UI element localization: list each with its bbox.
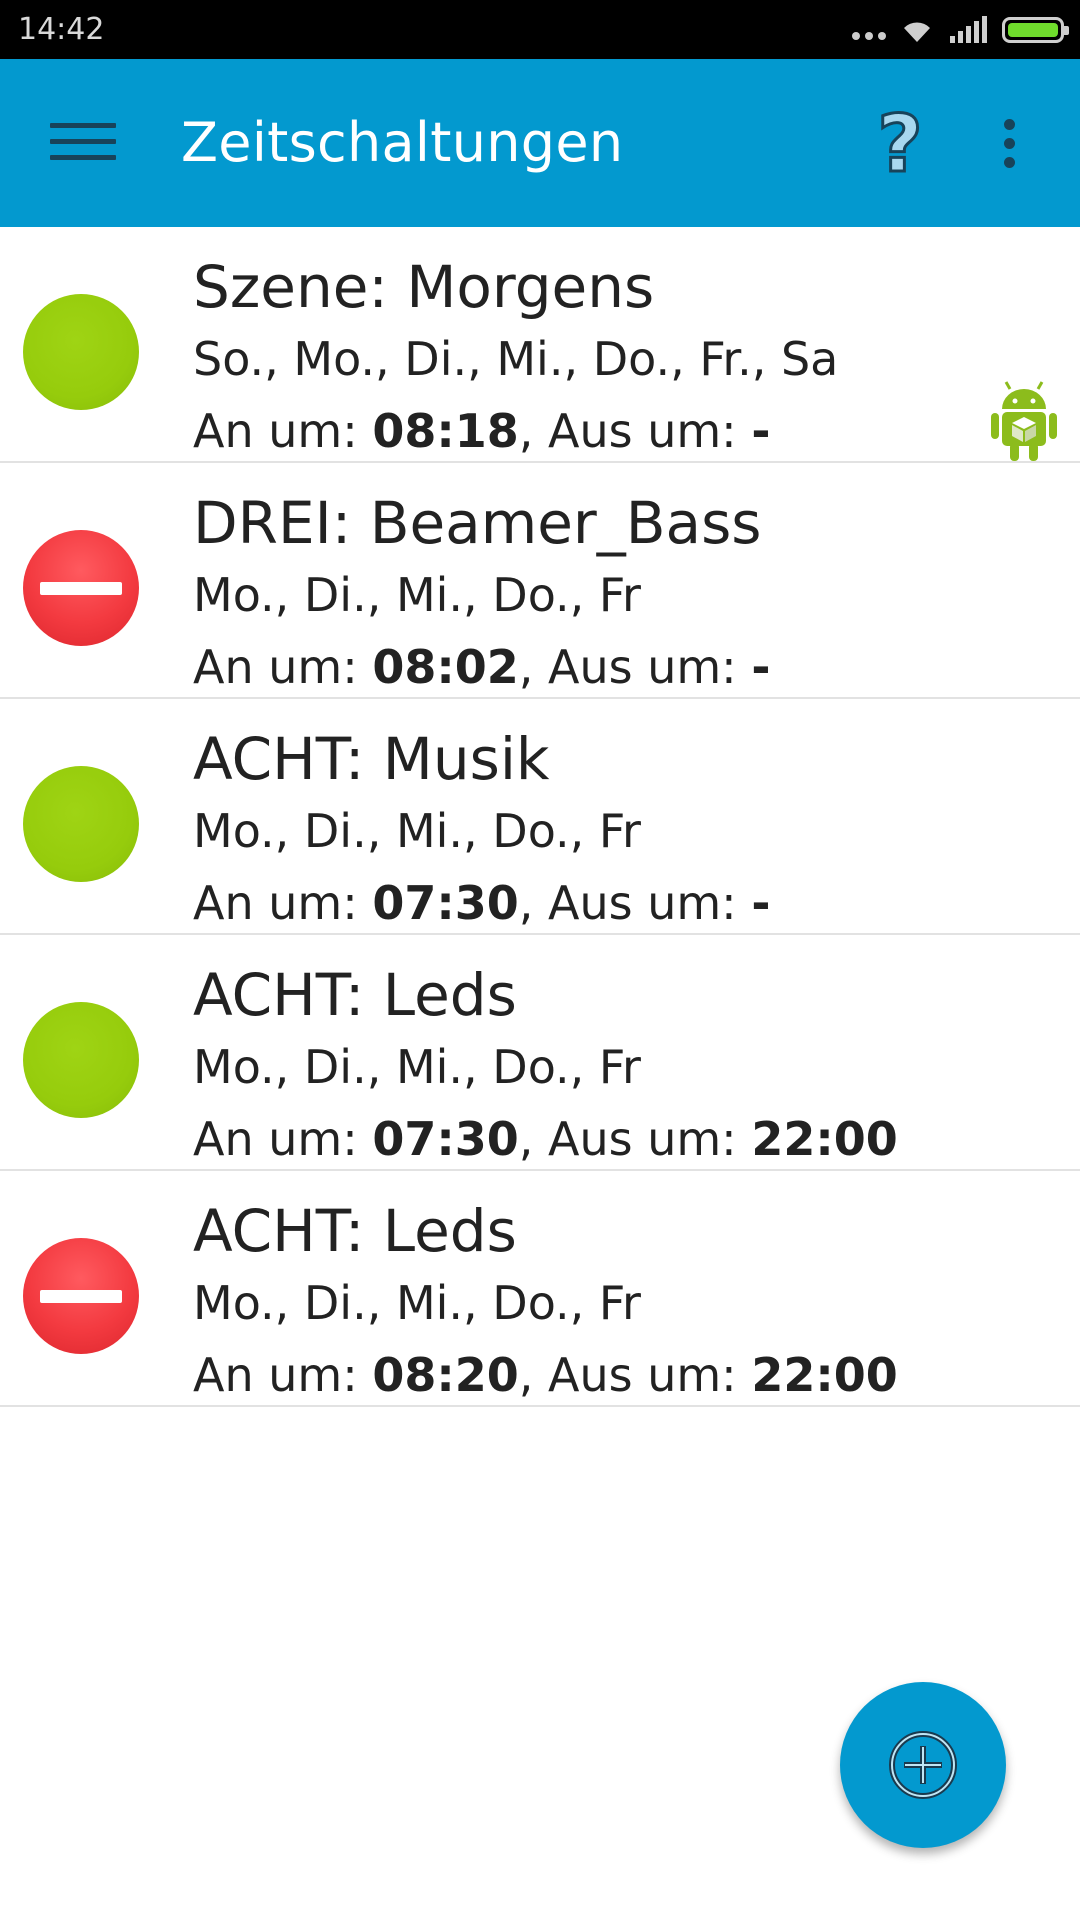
on-time: 08:18: [372, 404, 519, 458]
timer-days: So., Mo., Di., Mi., Do., Fr., Sa: [193, 332, 839, 386]
help-label: ?: [877, 103, 922, 183]
timer-times: An um: 08:20, Aus um: 22:00: [193, 1339, 1060, 1411]
timer-title: Szene: Morgens: [193, 253, 655, 321]
timer-row[interactable]: ACHT: Leds Mo., Di., Mi., Do., Fr An um:…: [0, 1171, 1080, 1407]
more-notifications-icon: [852, 32, 886, 40]
wifi-icon: [904, 22, 930, 42]
on-time: 07:30: [372, 876, 519, 930]
on-at-label: An um:: [193, 640, 373, 694]
timer-times: An um: 08:18, Aus um: -: [193, 395, 1060, 467]
off-time: -: [751, 640, 771, 694]
off-time: -: [751, 876, 771, 930]
on-time: 08:02: [372, 640, 519, 694]
signal-icon: [950, 16, 987, 43]
on-at-label: An um:: [193, 1348, 373, 1402]
timer-title: ACHT: Leds: [193, 961, 517, 1029]
battery-icon: [1002, 17, 1069, 43]
page-title: Zeitschaltungen: [181, 111, 624, 174]
off-at-label: , Aus um:: [518, 640, 752, 694]
status-time: 14:42: [18, 12, 105, 47]
add-circle-icon: [889, 1731, 957, 1799]
help-icon[interactable]: ?: [875, 103, 925, 183]
timer-times: An um: 07:30, Aus um: 22:00: [193, 1103, 1060, 1175]
timer-row[interactable]: ACHT: Musik Mo., Di., Mi., Do., Fr An um…: [0, 699, 1080, 935]
app-bar: Zeitschaltungen ?: [0, 59, 1080, 227]
timer-days: Mo., Di., Mi., Do., Fr: [193, 1040, 641, 1094]
timer-days: Mo., Di., Mi., Do., Fr: [193, 568, 641, 622]
inactive-status-icon[interactable]: [23, 1238, 139, 1354]
status-bar: 14:42: [0, 0, 1080, 59]
timer-title: DREI: Beamer_Bass: [193, 489, 762, 557]
on-time: 08:20: [372, 1348, 519, 1402]
timer-list: Szene: Morgens So., Mo., Di., Mi., Do., …: [0, 227, 1080, 1407]
timer-times: An um: 08:02, Aus um: -: [193, 631, 1060, 703]
timer-row[interactable]: ACHT: Leds Mo., Di., Mi., Do., Fr An um:…: [0, 935, 1080, 1171]
timer-row[interactable]: DREI: Beamer_Bass Mo., Di., Mi., Do., Fr…: [0, 463, 1080, 699]
timer-row[interactable]: Szene: Morgens So., Mo., Di., Mi., Do., …: [0, 227, 1080, 463]
timer-days: Mo., Di., Mi., Do., Fr: [193, 804, 641, 858]
off-at-label: , Aus um:: [518, 876, 752, 930]
inactive-status-icon[interactable]: [23, 530, 139, 646]
android-icon: [991, 381, 1057, 461]
on-at-label: An um:: [193, 404, 373, 458]
active-status-icon[interactable]: [23, 294, 139, 410]
on-at-label: An um:: [193, 1112, 373, 1166]
off-time: -: [751, 404, 771, 458]
active-status-icon[interactable]: [23, 1002, 139, 1118]
off-time: 22:00: [751, 1112, 898, 1166]
off-at-label: , Aus um:: [518, 404, 752, 458]
timer-title: ACHT: Leds: [193, 1197, 517, 1265]
timer-title: ACHT: Musik: [193, 725, 550, 793]
add-timer-button[interactable]: [840, 1682, 1006, 1848]
overflow-menu-icon[interactable]: [1000, 119, 1018, 171]
off-at-label: , Aus um:: [518, 1112, 752, 1166]
on-time: 07:30: [372, 1112, 519, 1166]
off-time: 22:00: [751, 1348, 898, 1402]
timer-days: Mo., Di., Mi., Do., Fr: [193, 1276, 641, 1330]
off-at-label: , Aus um:: [518, 1348, 752, 1402]
on-at-label: An um:: [193, 876, 373, 930]
active-status-icon[interactable]: [23, 766, 139, 882]
menu-icon[interactable]: [50, 123, 116, 163]
status-icons: [852, 10, 1069, 50]
timer-times: An um: 07:30, Aus um: -: [193, 867, 1060, 939]
